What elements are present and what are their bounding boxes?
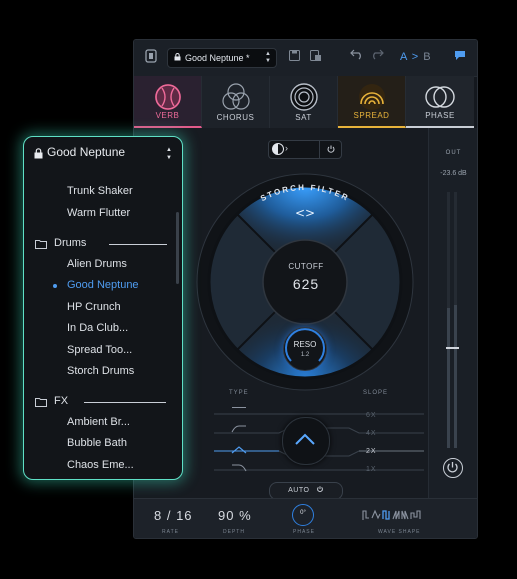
- phase-label: PHASE: [293, 529, 315, 535]
- chat-icon[interactable]: [454, 50, 466, 64]
- slope-6x[interactable]: 6X: [366, 412, 377, 419]
- slope-label: SLOPE: [363, 390, 389, 396]
- ab-b[interactable]: B: [423, 51, 431, 63]
- tab-spread[interactable]: SPREAD: [338, 76, 406, 128]
- preset-item[interactable]: Alien Drums: [67, 258, 127, 270]
- output-label: OUT: [445, 150, 462, 156]
- verb-icon: [155, 84, 181, 110]
- auto-label: AUTO: [288, 487, 310, 494]
- tab-label: PHASE: [425, 111, 455, 120]
- category-fx[interactable]: FX: [54, 395, 68, 407]
- dropdown-header[interactable]: Good Neptune: [47, 145, 125, 159]
- rate-value[interactable]: 8 / 16: [154, 508, 193, 523]
- phase-icon: [425, 86, 455, 108]
- tab-label: SAT: [295, 113, 312, 122]
- folder-icon: [35, 240, 47, 249]
- tab-phase[interactable]: PHASE: [406, 76, 474, 128]
- reso-label: RESO: [293, 340, 317, 349]
- save-as-icon[interactable]: [310, 50, 321, 64]
- type-bandpass-icon[interactable]: [231, 446, 247, 454]
- category-divider: [84, 402, 166, 403]
- type-lowpass-flat-icon[interactable]: [232, 407, 246, 408]
- category-divider: [109, 244, 167, 245]
- lock-icon: [34, 146, 43, 164]
- slope-2x[interactable]: 2X: [366, 448, 377, 455]
- cutoff-label: CUTOFF: [288, 262, 324, 271]
- preset-item[interactable]: Spread Too...: [67, 344, 132, 356]
- type-lowpass-icon[interactable]: [231, 464, 247, 472]
- preset-item[interactable]: HP Crunch: [67, 301, 121, 313]
- reso-knob[interactable]: RESO 1.2: [283, 327, 327, 371]
- preset-item[interactable]: Ambient Br...: [67, 416, 130, 428]
- plugin-window: Good Neptune * ▲ ▼ A > B VERB CHORUS SAT…: [133, 39, 478, 539]
- type-label: TYPE: [229, 390, 249, 396]
- bandpass-shape-icon: [295, 433, 315, 445]
- dropdown-scrollbar[interactable]: [176, 212, 179, 284]
- preset-item[interactable]: Bubble Bath: [67, 437, 127, 449]
- rate-label: RATE: [162, 529, 179, 535]
- undo-icon[interactable]: [350, 48, 364, 63]
- output-column: OUT -23.6 dB: [428, 128, 477, 498]
- preset-item[interactable]: In Da Club...: [67, 322, 128, 334]
- tab-chorus[interactable]: CHORUS: [202, 76, 270, 128]
- wave-shape-selector[interactable]: [362, 508, 428, 522]
- selected-indicator: [53, 284, 57, 288]
- phase-value: 0°: [300, 510, 306, 516]
- power-icon: [317, 486, 323, 492]
- tab-sat[interactable]: SAT: [270, 76, 338, 128]
- filter-mode-toggle[interactable]: ›: [268, 140, 342, 159]
- ab-a[interactable]: A: [400, 51, 408, 63]
- redo-icon[interactable]: [370, 48, 384, 63]
- spread-icon: [359, 84, 385, 110]
- power-icon: [447, 462, 458, 473]
- tab-label: VERB: [155, 111, 180, 120]
- chorus-icon: [222, 83, 250, 110]
- depth-label: DEPTH: [223, 529, 245, 535]
- tab-label: CHORUS: [216, 113, 255, 122]
- preset-item[interactable]: Warm Flutter: [67, 207, 130, 219]
- top-toolbar: Good Neptune * ▲ ▼ A > B: [134, 40, 477, 77]
- output-meter-right: [454, 192, 457, 448]
- preset-dropdown: Good Neptune ▲ ▼ Trunk Shaker Warm Flutte…: [23, 136, 183, 480]
- output-power-button[interactable]: [443, 458, 463, 478]
- preset-name: Good Neptune *: [185, 53, 250, 63]
- ab-separator: >: [411, 51, 420, 63]
- tab-verb[interactable]: VERB: [134, 76, 202, 128]
- preset-selector[interactable]: Good Neptune * ▲ ▼: [167, 48, 277, 68]
- depth-value[interactable]: 90 %: [218, 508, 252, 523]
- dropdown-arrows-icon[interactable]: ▲ ▼: [166, 146, 172, 162]
- output-meter-left: [447, 192, 450, 448]
- save-icon[interactable]: [289, 50, 300, 64]
- output-fader-handle[interactable]: [446, 347, 459, 349]
- drag-horizontal-icon[interactable]: <>: [295, 206, 315, 220]
- preset-arrows-icon: ▲ ▼: [265, 51, 271, 64]
- slope-1x[interactable]: 1X: [366, 466, 377, 473]
- module-tabs: VERB CHORUS SAT SPREAD PHASE: [134, 76, 477, 128]
- ab-compare[interactable]: A > B: [400, 51, 432, 63]
- preset-item[interactable]: Trunk Shaker: [67, 185, 133, 197]
- power-icon[interactable]: [326, 144, 336, 154]
- wave-shape-label: WAVE SHAPE: [378, 529, 421, 535]
- preset-item[interactable]: Chaos Eme...: [67, 459, 134, 471]
- preset-item[interactable]: Storch Drums: [67, 365, 134, 377]
- menu-icon[interactable]: [145, 49, 157, 66]
- slope-4x[interactable]: 4X: [366, 430, 377, 437]
- tab-label: SPREAD: [353, 111, 390, 120]
- output-db-readout: -23.6 dB: [440, 170, 467, 177]
- lfo-bar: 8 / 16 RATE 90 % DEPTH 0° PHASE WAVE SHA…: [134, 498, 477, 538]
- cutoff-value[interactable]: 625: [278, 276, 334, 292]
- folder-icon: [35, 398, 47, 407]
- lock-icon: [174, 53, 181, 63]
- category-drums[interactable]: Drums: [54, 237, 86, 249]
- sat-icon: [290, 83, 318, 111]
- chevron-right-icon: ›: [285, 143, 288, 153]
- preset-item-selected[interactable]: Good Neptune: [67, 279, 139, 291]
- half-circle-icon: [272, 143, 284, 155]
- reso-value: 1.2: [300, 352, 310, 358]
- type-highpass-icon[interactable]: [231, 425, 247, 433]
- filter-type-knob[interactable]: [282, 417, 330, 465]
- phase-knob[interactable]: 0°: [292, 504, 314, 526]
